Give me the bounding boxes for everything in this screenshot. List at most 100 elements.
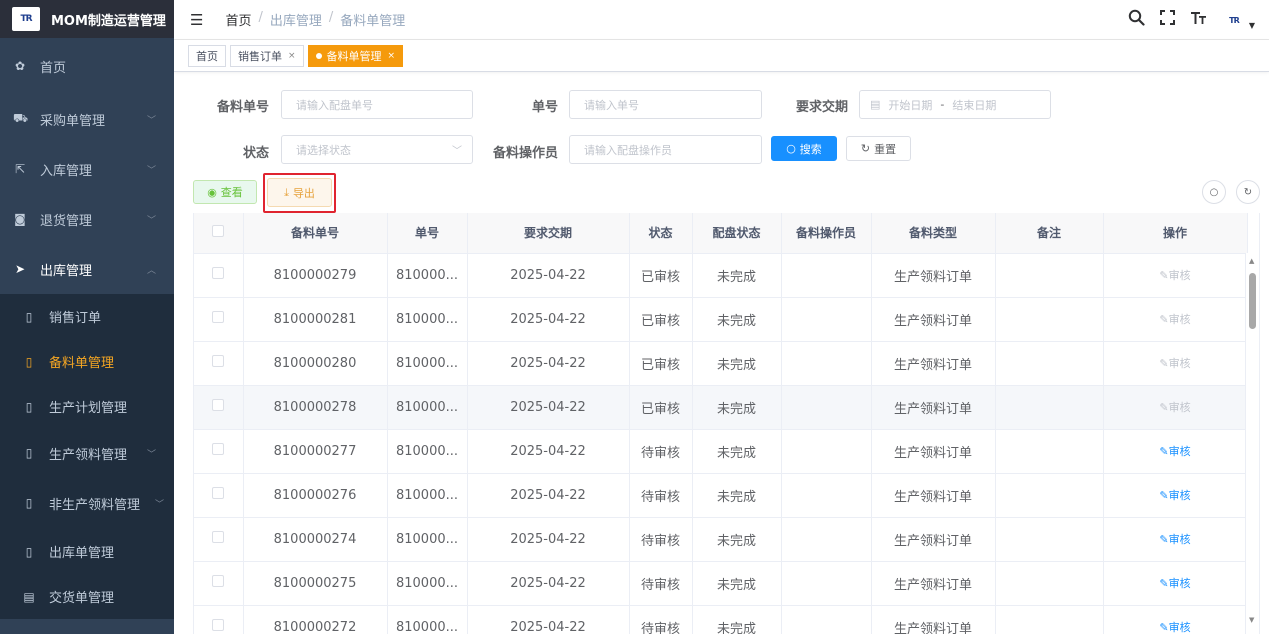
sidebar-item-sales-order[interactable]: ▯ 销售订单 (0, 294, 174, 339)
search-button[interactable]: ○ 搜索 (771, 136, 837, 161)
approve-button: ✎审核 (1159, 401, 1190, 414)
cell-operator (781, 385, 872, 430)
cell-operator (781, 341, 872, 386)
row-checkbox[interactable] (194, 253, 244, 298)
approve-button[interactable]: ✎审核 (1159, 621, 1190, 634)
approve-button[interactable]: ✎审核 (1159, 533, 1190, 546)
cell-due-date: 2025-04-22 (467, 341, 630, 386)
approve-button[interactable]: ✎审核 (1159, 445, 1190, 458)
due-date-range-picker[interactable]: ▤ 开始日期 - 结束日期 (859, 90, 1051, 119)
table-row[interactable]: 8100000279 810000... 2025-04-22 已审核 未完成 生产领料订… (194, 253, 1248, 298)
calendar-icon: ▤ (870, 98, 881, 111)
table-row[interactable]: 8100000272 810000... 2025-04-22 待审核 未完成 生产领料订… (194, 605, 1248, 634)
reset-button[interactable]: ↻ 重置 (846, 136, 911, 161)
approve-button[interactable]: ✎审核 (1159, 489, 1190, 502)
cell-actions: ✎审核 (1103, 605, 1248, 634)
close-icon[interactable]: × (288, 51, 296, 61)
approve-button[interactable]: ✎审核 (1159, 577, 1190, 590)
prep-no-input[interactable]: 请输入配盘单号 (281, 90, 473, 119)
tag-home[interactable]: 首页 (188, 44, 226, 67)
close-icon[interactable]: × (388, 51, 396, 61)
chevron-down-icon: ﹀ (146, 115, 156, 126)
sidebar-item-returns[interactable]: ◙ 退货管理 ﹀ (0, 194, 174, 244)
cell-prep-type: 生产领料订单 (871, 561, 996, 606)
col-operator: 备料操作员 (781, 213, 872, 254)
table-row[interactable]: 8100000274 810000... 2025-04-22 待审核 未完成 生产领料订… (194, 517, 1248, 562)
cell-prep-no: 8100000278 (243, 385, 388, 430)
active-dot (315, 52, 322, 59)
edit-icon: ✎ (1159, 269, 1169, 282)
sidebar-item-label: 交货单管理 (49, 591, 115, 606)
scroll-up-icon[interactable]: ▲ (1249, 257, 1254, 265)
row-checkbox[interactable] (194, 385, 244, 430)
row-checkbox[interactable] (194, 605, 244, 634)
cell-due-date: 2025-04-22 (467, 517, 630, 562)
row-checkbox[interactable] (194, 561, 244, 606)
col-prep-no: 备料单号 (243, 213, 388, 254)
sidebar-item-outbound-order[interactable]: ▯ 出库单管理 (0, 529, 174, 574)
sidebar-item-production-plan[interactable]: ▯ 生产计划管理 (0, 384, 174, 429)
tag-sales-order[interactable]: 销售订单 × (230, 44, 304, 67)
row-checkbox[interactable] (194, 473, 244, 518)
cell-operator (781, 561, 872, 606)
table-row[interactable]: 8100000277 810000... 2025-04-22 待审核 未完成 生产领料订… (194, 429, 1248, 474)
row-checkbox[interactable] (194, 341, 244, 386)
select-all-checkbox[interactable] (194, 213, 244, 254)
table-row[interactable]: 8100000281 810000... 2025-04-22 已审核 未完成 生产领料订… (194, 297, 1248, 342)
hamburger-icon[interactable]: ☰ (190, 11, 203, 29)
view-button[interactable]: ◉ 查看 (193, 180, 257, 204)
scrollbar-thumb[interactable] (1249, 273, 1256, 329)
col-due-date: 要求交期 (467, 213, 630, 254)
cell-prep-no: 8100000277 (243, 429, 388, 474)
tag-label: 首页 (196, 49, 218, 63)
status-placeholder: 请选择状态 (296, 143, 351, 157)
row-checkbox[interactable] (194, 517, 244, 562)
sidebar-item-purchase[interactable]: ⛟ 采购单管理 ﹀ (0, 94, 174, 144)
row-checkbox[interactable] (194, 297, 244, 342)
table-row[interactable]: 8100000275 810000... 2025-04-22 待审核 未完成 生产领料订… (194, 561, 1248, 606)
cell-due-date: 2025-04-22 (467, 561, 630, 606)
breadcrumb-home[interactable]: 首页 (225, 10, 251, 29)
toggle-search-button[interactable]: ○ (1202, 180, 1226, 204)
search-icon[interactable] (1128, 9, 1145, 30)
sidebar-item-outbound[interactable]: ➤ 出库管理 ︿ (0, 244, 174, 294)
cell-order-no: 810000... (387, 473, 468, 518)
sidebar-item-inbound[interactable]: ⇱ 入库管理 ﹀ (0, 144, 174, 194)
user-avatar[interactable]: TR ▼ (1221, 8, 1255, 30)
table-row[interactable]: 8100000280 810000... 2025-04-22 已审核 未完成 生产领料订… (194, 341, 1248, 386)
table-scrollbar[interactable]: ▲ ▼ (1245, 253, 1259, 634)
sidebar-item-nonproduction-picking[interactable]: ▯ 非生产领料管理 ﹀ (0, 477, 174, 529)
table-row[interactable]: 8100000276 810000... 2025-04-22 待审核 未完成 生产领料订… (194, 473, 1248, 518)
order-no-input[interactable]: 请输入单号 (569, 90, 762, 119)
cell-prep-no: 8100000279 (243, 253, 388, 298)
sidebar-item-home[interactable]: ✿ 首页 (0, 38, 174, 94)
status-select[interactable]: 请选择状态 ﹀ (281, 135, 473, 164)
tag-prep-order[interactable]: 备料单管理 × (307, 44, 404, 67)
cell-actions: ✎审核 (1103, 429, 1248, 474)
export-button[interactable]: ⤓ 导出 (267, 178, 332, 207)
scroll-down-icon[interactable]: ▼ (1249, 616, 1254, 624)
order-no-placeholder: 请输入单号 (584, 98, 639, 112)
calendar-icon: ▤ (23, 589, 35, 604)
tags-view: 首页 销售订单 × 备料单管理 × (174, 40, 1269, 72)
sidebar-item-delivery-order[interactable]: ▤ 交货单管理 (0, 574, 174, 619)
external-link-icon: ⇱ (14, 162, 26, 176)
cell-status: 待审核 (629, 561, 693, 606)
outbound-submenu: ▯ 销售订单 ▯ 备料单管理 ▯ 生产计划管理 ▯ 生产领料管理 ﹀ ▯ 非生产… (0, 294, 174, 619)
sidebar-item-production-picking[interactable]: ▯ 生产领料管理 ﹀ (0, 429, 174, 477)
refresh-icon: ↻ (860, 142, 871, 155)
font-size-icon[interactable] (1190, 9, 1207, 30)
cell-match-status: 未完成 (692, 341, 782, 386)
operator-input[interactable]: 请输入配盘操作员 (569, 135, 762, 164)
refresh-button[interactable]: ↻ (1236, 180, 1260, 204)
book-icon: ▯ (25, 354, 33, 369)
col-match-status: 配盘状态 (692, 213, 782, 254)
row-checkbox[interactable] (194, 429, 244, 474)
fullscreen-icon[interactable] (1159, 9, 1176, 30)
table-row[interactable]: 8100000278 810000... 2025-04-22 已审核 未完成 生产领料订… (194, 385, 1248, 430)
data-table: 备料单号 单号 要求交期 状态 配盘状态 备料操作员 备料类型 备注 操作 81… (193, 213, 1260, 634)
breadcrumb-outbound: 出库管理 (269, 14, 322, 29)
cell-prep-no: 8100000280 (243, 341, 388, 386)
sidebar-item-prep-order[interactable]: ▯ 备料单管理 (0, 339, 174, 384)
sidebar-item-label: 退货管理 (40, 213, 93, 229)
